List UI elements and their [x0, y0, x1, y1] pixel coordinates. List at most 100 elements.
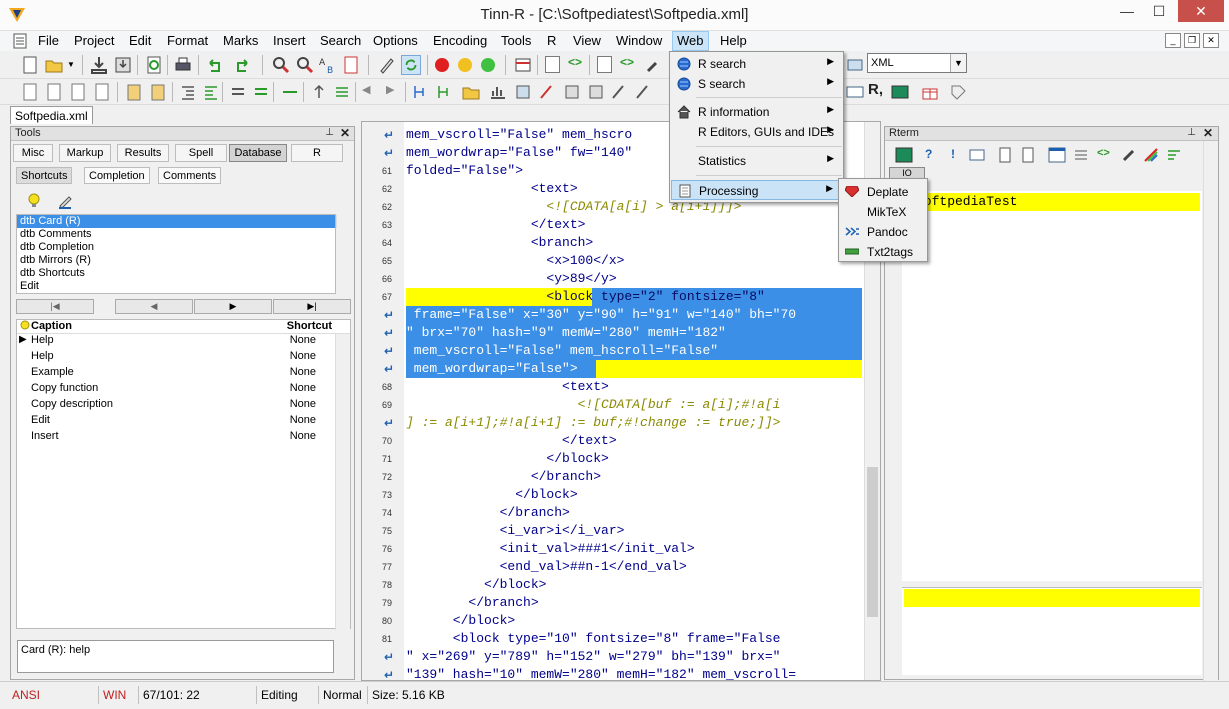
- tag-icon[interactable]: [948, 82, 968, 102]
- arrow-right-icon[interactable]: ▶: [386, 83, 406, 103]
- subtab-comments[interactable]: Comments: [158, 167, 222, 184]
- menu-search[interactable]: Search: [320, 33, 361, 48]
- menu-tools[interactable]: Tools: [501, 33, 531, 48]
- rterm-scrollbar[interactable]: [1203, 141, 1218, 681]
- list-item[interactable]: dtb Shortcuts: [17, 267, 335, 280]
- unindent-icon[interactable]: [201, 82, 221, 102]
- paste-icon[interactable]: [124, 82, 144, 102]
- exclamation-icon[interactable]: !: [951, 147, 955, 161]
- copy-page-icon[interactable]: [44, 82, 64, 102]
- pen-icon[interactable]: [609, 82, 629, 102]
- edit-pen-icon[interactable]: [57, 193, 73, 209]
- editor-line[interactable]: 76 <init_val>###1</init_val>: [362, 540, 864, 558]
- terminal-icon[interactable]: [890, 82, 910, 102]
- syntax-combo[interactable]: XML ▼: [867, 53, 967, 73]
- menu-r[interactable]: R: [547, 33, 556, 48]
- box-icon[interactable]: [562, 82, 582, 102]
- editor-line[interactable]: ↵ " brx="70" hash="9" memW="280" memH="18…: [362, 324, 864, 342]
- editor-line[interactable]: ↵ "139" hash="10" memW="280" memH="182" m…: [362, 666, 864, 680]
- nav-last-button[interactable]: ▶|: [273, 299, 351, 314]
- menu-item-s-search[interactable]: S search ▶: [671, 74, 842, 94]
- table-row[interactable]: Copy function None: [17, 382, 350, 398]
- list-scrollbar[interactable]: [336, 215, 351, 228]
- open-dropdown-icon[interactable]: ▼: [67, 60, 75, 69]
- pencil-red-icon[interactable]: [537, 82, 557, 102]
- editor-line[interactable]: ↵] := a[i+1];#!a[i+1] := buf;#!change :=…: [362, 414, 864, 432]
- list-item[interactable]: Edit: [17, 280, 335, 293]
- pin-icon[interactable]: ⊥: [325, 127, 334, 138]
- paste-icon-2[interactable]: [148, 82, 168, 102]
- subtab-shortcuts[interactable]: Shortcuts: [16, 167, 73, 184]
- menu-format[interactable]: Format: [167, 33, 208, 48]
- editor-line[interactable]: ↵ mem_wordwrap="False">: [362, 360, 864, 378]
- menu-web[interactable]: Web: [672, 31, 709, 51]
- menu-encoding[interactable]: Encoding: [433, 33, 487, 48]
- yellow-circle-icon[interactable]: [455, 55, 475, 75]
- editor-line[interactable]: 65 <x>100</x>: [362, 252, 864, 270]
- table-row[interactable]: ▶ Help None: [17, 334, 350, 350]
- list-item[interactable]: dtb Comments: [17, 228, 335, 241]
- menu-item-r-search[interactable]: R search ▶: [671, 54, 842, 74]
- find-icon[interactable]: [271, 55, 291, 75]
- menu-file[interactable]: File: [38, 33, 59, 48]
- pin-icon[interactable]: ⊥: [1187, 127, 1196, 138]
- mdi-restore-button[interactable]: ❐: [1184, 33, 1200, 48]
- wrap-icon[interactable]: [1166, 147, 1182, 163]
- menu-item-txt2tags[interactable]: Txt2tags: [840, 241, 927, 261]
- table-row[interactable]: Example None: [17, 366, 350, 382]
- editor-line[interactable]: ↵ frame="False" x="30" y="90" h="91" w="…: [362, 306, 864, 324]
- editor-line[interactable]: 70 </text>: [362, 432, 864, 450]
- rainbow-icon[interactable]: [1143, 147, 1159, 163]
- window-icon[interactable]: [1048, 147, 1066, 163]
- table-row[interactable]: Help None: [17, 350, 350, 366]
- editor-line[interactable]: ↵ " x="269" y="789" h="152" w="279" bh="1…: [362, 648, 864, 666]
- sync-icon[interactable]: [401, 55, 421, 75]
- editor-line[interactable]: 64 <branch>: [362, 234, 864, 252]
- table-row[interactable]: Edit None: [17, 414, 350, 430]
- wrench-icon[interactable]: [1121, 147, 1137, 163]
- menu-item-pandoc[interactable]: Pandoc: [840, 221, 927, 241]
- box-icon-2[interactable]: [586, 82, 606, 102]
- green-circle-icon[interactable]: [478, 55, 498, 75]
- page-icon[interactable]: [997, 147, 1013, 163]
- shape-icon[interactable]: [513, 82, 533, 102]
- reload-icon[interactable]: [144, 55, 164, 75]
- help-icon[interactable]: ?: [925, 147, 932, 161]
- editor-line[interactable]: 75 <i_var>i</i_var>: [362, 522, 864, 540]
- menu-item-deplate[interactable]: Deplate: [840, 181, 927, 201]
- panel-close-icon[interactable]: ✕: [340, 126, 350, 140]
- editor-line[interactable]: 67 <block type="2" fontsize="8": [362, 288, 864, 306]
- subtab-completion[interactable]: Completion: [84, 167, 150, 184]
- table-row[interactable]: Copy description None: [17, 398, 350, 414]
- menu-item-r-editors[interactable]: R Editors, GUIs and IDEs ▶: [671, 122, 842, 142]
- editor-line[interactable]: 66 <y>89</y>: [362, 270, 864, 288]
- indent-icon[interactable]: [178, 82, 198, 102]
- page-icon-2[interactable]: [1020, 147, 1036, 163]
- tab-results[interactable]: Results: [117, 144, 169, 162]
- tab-misc[interactable]: Misc: [13, 144, 53, 162]
- lines-icon[interactable]: [332, 82, 352, 102]
- nav-prev-button[interactable]: ◀: [115, 299, 193, 314]
- wrench-icon[interactable]: [644, 55, 664, 75]
- r-console-icon[interactable]: R,: [868, 81, 888, 101]
- open-folder-icon[interactable]: [44, 55, 64, 75]
- find-next-icon[interactable]: [295, 55, 315, 75]
- code-tag-icon[interactable]: <>: [568, 55, 588, 75]
- list-item[interactable]: dtb Mirrors (R): [17, 254, 335, 267]
- editor-line[interactable]: 74 </branch>: [362, 504, 864, 522]
- menu-options[interactable]: Options: [373, 33, 418, 48]
- code-editor[interactable]: ↵ mem_vscroll="False" mem_hscro ↵ mem_wordw…: [361, 121, 881, 681]
- tab-r[interactable]: R: [291, 144, 343, 162]
- page-icon-2[interactable]: [68, 82, 88, 102]
- menu-item-r-information[interactable]: R information ▶: [671, 102, 842, 122]
- column-shortcut[interactable]: Shortcut: [287, 320, 332, 332]
- print-icon[interactable]: [173, 55, 193, 75]
- minimize-button[interactable]: —: [1112, 0, 1142, 22]
- editor-line[interactable]: 72 </branch>: [362, 468, 864, 486]
- editor-line[interactable]: 71 </block>: [362, 450, 864, 468]
- list-item[interactable]: dtb Completion: [17, 241, 335, 254]
- column-caption[interactable]: Caption: [31, 320, 72, 332]
- undo-icon[interactable]: [205, 55, 225, 75]
- settings-small-icon[interactable]: [845, 55, 865, 75]
- editor-line[interactable]: 69 <![CDATA[buf := a[i];#!a[i: [362, 396, 864, 414]
